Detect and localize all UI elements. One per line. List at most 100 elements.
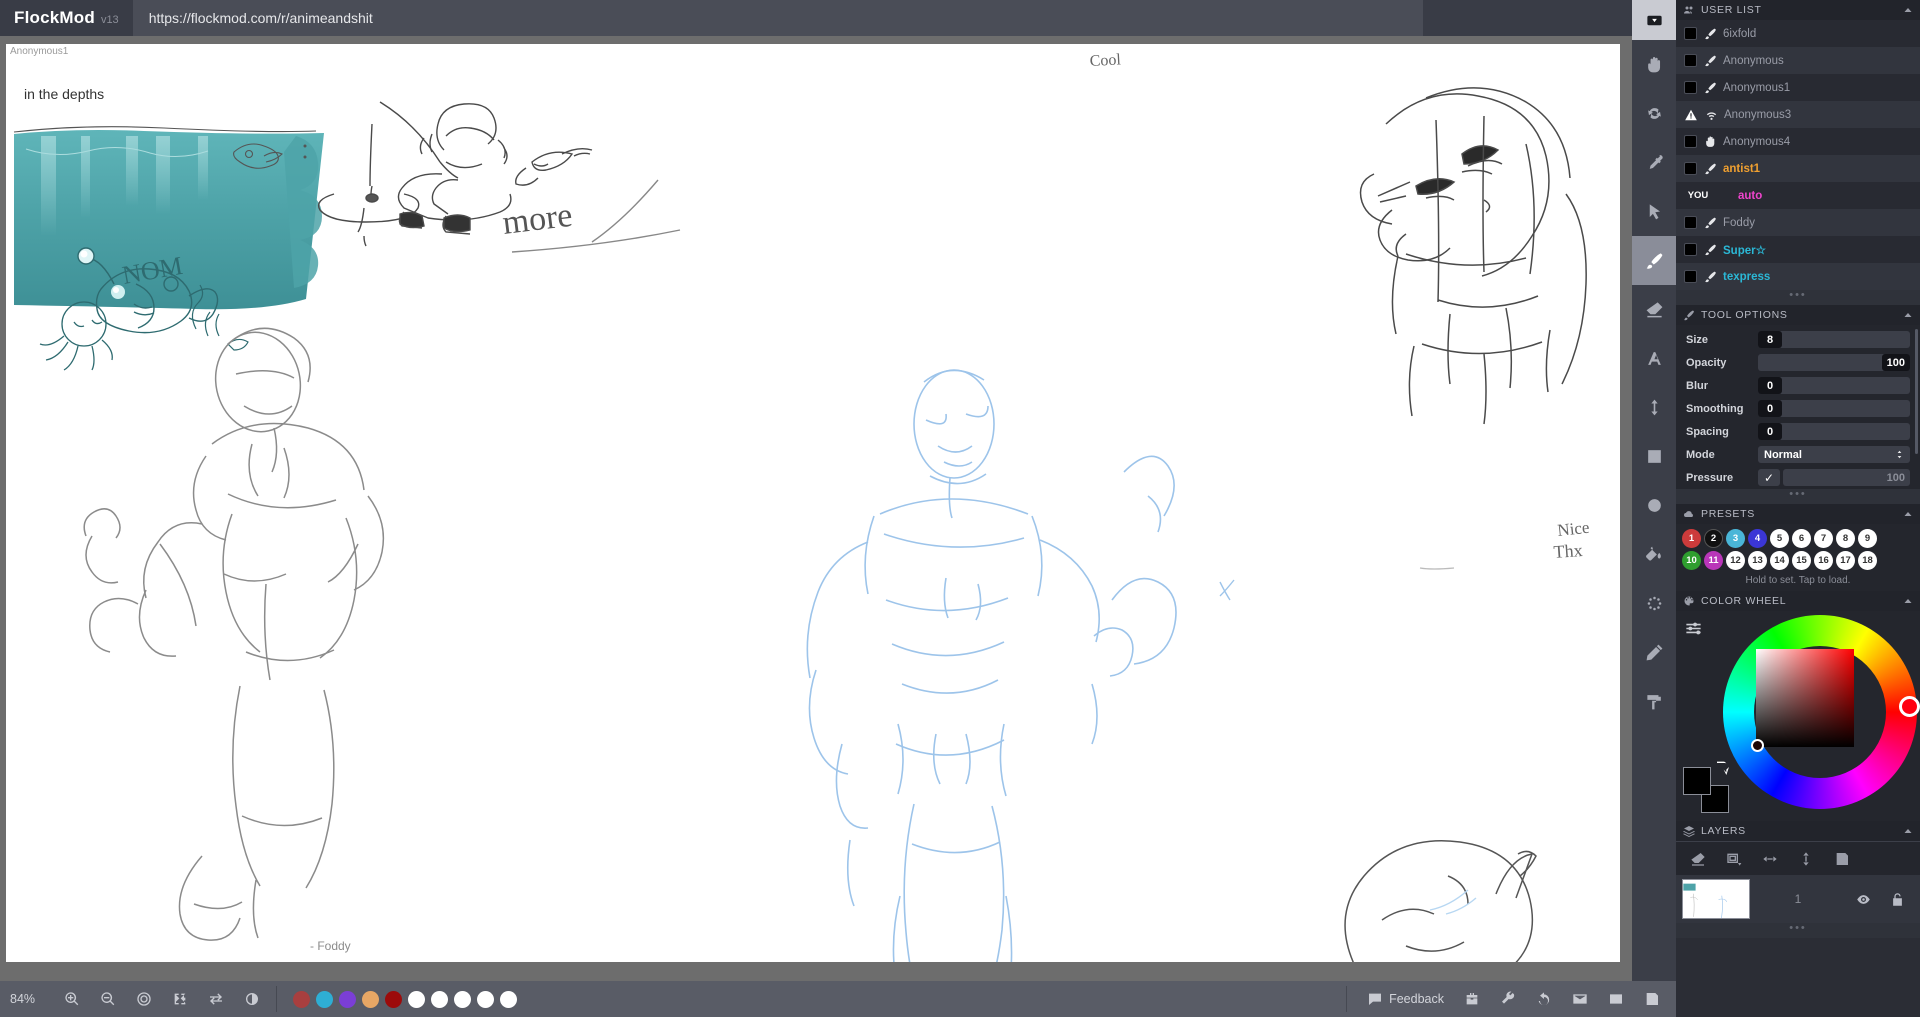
quick-color-swatch[interactable] — [477, 990, 494, 1008]
quick-color-swatch[interactable] — [454, 990, 471, 1008]
layer-thumbnail[interactable] — [1682, 879, 1750, 919]
feedback-button[interactable]: Feedback — [1367, 991, 1444, 1007]
preset-swatch[interactable]: 1 — [1682, 529, 1701, 548]
user-list-item[interactable]: Super☆ — [1676, 236, 1920, 263]
option-slider[interactable]: 0 — [1758, 377, 1910, 394]
chevron-up-icon[interactable] — [1902, 595, 1914, 607]
user-list-item[interactable]: 6ixfold — [1676, 20, 1920, 47]
zoom-in-icon[interactable] — [64, 991, 80, 1007]
transform-icon[interactable] — [1726, 851, 1742, 867]
lasso-tool[interactable] — [1632, 579, 1676, 628]
flip-vertical-icon[interactable] — [1798, 851, 1814, 867]
preset-swatch[interactable]: 9 — [1858, 529, 1877, 548]
rectangle-tool[interactable] — [1632, 432, 1676, 481]
image-icon[interactable] — [1608, 991, 1624, 1007]
save-icon[interactable] — [1644, 991, 1660, 1007]
saturation-value-square[interactable] — [1756, 649, 1854, 747]
toolbox-icon[interactable] — [1464, 991, 1480, 1007]
chevron-up-icon[interactable] — [1902, 309, 1914, 321]
quick-color-swatch[interactable] — [362, 990, 379, 1008]
eye-icon[interactable] — [1856, 892, 1871, 907]
user-color-swatch[interactable] — [1684, 270, 1697, 283]
preset-swatch[interactable]: 3 — [1726, 529, 1745, 548]
preset-swatch[interactable]: 5 — [1770, 529, 1789, 548]
option-select[interactable]: Normal — [1758, 446, 1910, 463]
user-color-swatch[interactable] — [1684, 27, 1697, 40]
preset-swatch[interactable]: 11 — [1704, 551, 1723, 570]
pencil-tool[interactable] — [1632, 628, 1676, 677]
preset-swatch[interactable]: 10 — [1682, 551, 1701, 570]
option-value[interactable]: 100 — [1783, 469, 1910, 486]
fit-screen-icon[interactable] — [172, 991, 188, 1007]
flip-icon[interactable] — [208, 991, 224, 1007]
user-color-swatch[interactable] — [1684, 162, 1697, 175]
unlock-icon[interactable] — [1890, 892, 1905, 907]
preset-swatch[interactable]: 14 — [1770, 551, 1789, 570]
eraser-tool[interactable] — [1632, 285, 1676, 334]
workspace[interactable]: in the depths NOM more Cool Nice Thx - F… — [0, 36, 1632, 981]
quick-color-swatch[interactable] — [431, 990, 448, 1008]
user-color-swatch[interactable] — [1684, 135, 1697, 148]
preset-swatch[interactable]: 18 — [1858, 551, 1877, 570]
sv-handle[interactable] — [1751, 739, 1764, 752]
preset-swatch[interactable]: 4 — [1748, 529, 1767, 548]
quick-color-swatch[interactable] — [316, 990, 333, 1008]
preset-swatch[interactable]: 17 — [1836, 551, 1855, 570]
flip-horizontal-icon[interactable] — [1762, 851, 1778, 867]
preset-swatch[interactable]: 2 — [1704, 529, 1723, 548]
foreground-color-swatch[interactable] — [1683, 767, 1711, 795]
option-checkbox[interactable]: ✓ — [1758, 469, 1780, 486]
user-color-swatch[interactable] — [1684, 216, 1697, 229]
tool-options-scrollbar[interactable] — [1915, 329, 1918, 454]
drawing-canvas[interactable]: in the depths NOM more Cool Nice Thx - F… — [6, 44, 1620, 962]
dropdown-tool[interactable] — [1632, 0, 1676, 40]
zoom-out-icon[interactable] — [100, 991, 116, 1007]
user-color-swatch[interactable] — [1684, 243, 1697, 256]
select-cursor-tool[interactable] — [1632, 187, 1676, 236]
user-list-item[interactable]: Anonymous — [1676, 47, 1920, 74]
preset-swatch[interactable]: 13 — [1748, 551, 1767, 570]
wrench-icon[interactable] — [1500, 991, 1516, 1007]
ellipse-tool[interactable] — [1632, 481, 1676, 530]
user-list-item[interactable]: Foddy — [1676, 209, 1920, 236]
zoom-reset-icon[interactable] — [136, 991, 152, 1007]
eraser-icon[interactable] — [1690, 851, 1706, 867]
preset-swatch[interactable]: 7 — [1814, 529, 1833, 548]
user-list-item[interactable]: Anonymous3 — [1676, 101, 1920, 128]
quick-color-swatch[interactable] — [339, 990, 356, 1008]
layers-more-dots[interactable]: ••• — [1676, 923, 1920, 938]
chevron-up-icon[interactable] — [1902, 825, 1914, 837]
user-list-item[interactable]: Anonymous1 — [1676, 74, 1920, 101]
fill-bucket-tool[interactable] — [1632, 530, 1676, 579]
eyedropper-tool[interactable] — [1632, 138, 1676, 187]
mail-icon[interactable] — [1572, 991, 1588, 1007]
quick-color-swatch[interactable] — [293, 990, 310, 1008]
preset-swatch[interactable]: 12 — [1726, 551, 1745, 570]
preset-swatch[interactable]: 8 — [1836, 529, 1855, 548]
option-slider[interactable]: 8 — [1758, 331, 1910, 348]
preset-swatch[interactable]: 6 — [1792, 529, 1811, 548]
color-wheel-widget[interactable] — [1723, 615, 1920, 809]
user-list-item[interactable]: YOU auto — [1676, 182, 1920, 209]
hand-tool[interactable] — [1632, 40, 1676, 89]
quick-color-swatch[interactable] — [385, 990, 402, 1008]
preset-swatch[interactable]: 16 — [1814, 551, 1833, 570]
preset-swatch[interactable]: 15 — [1792, 551, 1811, 570]
resize-tool[interactable] — [1632, 383, 1676, 432]
quick-color-swatch[interactable] — [408, 990, 425, 1008]
option-slider[interactable]: 100 — [1758, 354, 1910, 371]
paint-roller-tool[interactable] — [1632, 677, 1676, 726]
rotate-tool[interactable] — [1632, 89, 1676, 138]
sliders-icon[interactable] — [1684, 619, 1703, 638]
tool-options-more-dots[interactable]: ••• — [1676, 489, 1920, 504]
quick-color-swatch[interactable] — [500, 990, 517, 1008]
undo-icon[interactable] — [1536, 991, 1552, 1007]
save-layer-icon[interactable] — [1834, 851, 1850, 867]
user-color-swatch[interactable] — [1684, 81, 1697, 94]
hue-handle[interactable] — [1899, 696, 1920, 717]
contrast-icon[interactable] — [244, 991, 260, 1007]
chevron-up-icon[interactable] — [1902, 508, 1914, 520]
swap-colors-icon[interactable] — [1713, 759, 1729, 775]
user-list-item[interactable]: texpress — [1676, 263, 1920, 290]
user-list-item[interactable]: antist1 — [1676, 155, 1920, 182]
